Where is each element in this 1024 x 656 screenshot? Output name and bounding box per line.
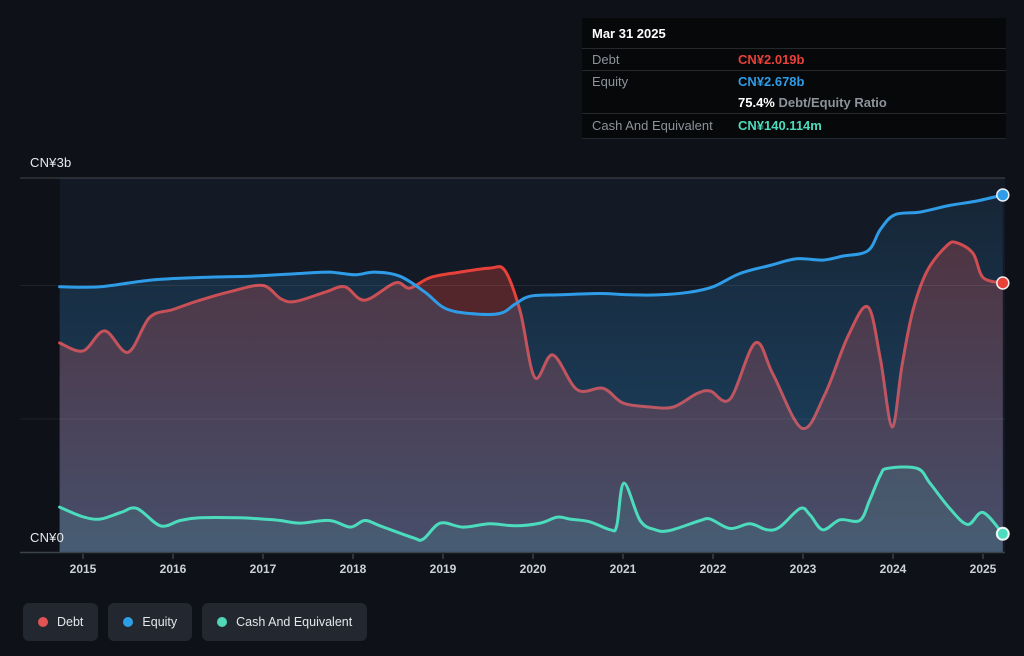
- legend-cash-label: Cash And Equivalent: [236, 615, 352, 629]
- legend-equity-button[interactable]: Equity: [108, 603, 192, 641]
- tooltip-cash-row: Cash And Equivalent CN¥140.114m: [582, 113, 1006, 139]
- tooltip-ratio-row: 75.4% Debt/Equity Ratio: [582, 92, 1006, 113]
- svg-text:2025: 2025: [970, 562, 997, 576]
- legend-debt-label: Debt: [57, 615, 83, 629]
- tooltip-debt-row: Debt CN¥2.019b: [582, 49, 1006, 70]
- svg-text:2017: 2017: [250, 562, 277, 576]
- debt-equity-history-chart: 2015 2016 2017 2018 2019 2020 2021 2022 2023 2024…: [0, 0, 1024, 656]
- tooltip-ratio-value: 75.4% Debt/Equity Ratio: [738, 95, 887, 110]
- tooltip-equity-row: Equity CN¥2.678b: [582, 70, 1006, 92]
- equity-dot-icon: [123, 617, 133, 627]
- chart-legend: Debt Equity Cash And Equivalent: [23, 603, 367, 641]
- debt-dot-icon: [38, 617, 48, 627]
- debt-equity-ratio-label: Debt/Equity Ratio: [779, 95, 887, 110]
- tooltip-date: Mar 31 2025: [582, 18, 1006, 49]
- debt-equity-ratio-percent: 75.4%: [738, 95, 775, 110]
- legend-cash-button[interactable]: Cash And Equivalent: [202, 603, 367, 641]
- svg-text:2022: 2022: [700, 562, 727, 576]
- tooltip-equity-value: CN¥2.678b: [738, 74, 804, 89]
- tooltip-equity-label: Equity: [592, 74, 738, 89]
- legend-equity-label: Equity: [142, 615, 177, 629]
- tooltip-cash-value: CN¥140.114m: [738, 118, 822, 133]
- svg-text:2021: 2021: [610, 562, 637, 576]
- tooltip-cash-label: Cash And Equivalent: [592, 118, 738, 133]
- cash-dot-icon: [217, 617, 227, 627]
- svg-text:2020: 2020: [520, 562, 547, 576]
- tooltip-debt-label: Debt: [592, 52, 738, 67]
- chart-tooltip: Mar 31 2025 Debt CN¥2.019b Equity CN¥2.6…: [582, 18, 1006, 139]
- svg-text:2015: 2015: [70, 562, 97, 576]
- y-axis-zero-label: CN¥0: [30, 530, 64, 545]
- svg-text:2024: 2024: [880, 562, 907, 576]
- y-axis-max-label: CN¥3b: [30, 155, 71, 170]
- svg-text:2023: 2023: [790, 562, 817, 576]
- legend-debt-button[interactable]: Debt: [23, 603, 98, 641]
- tooltip-debt-value: CN¥2.019b: [738, 52, 804, 67]
- svg-text:2019: 2019: [430, 562, 457, 576]
- svg-text:2016: 2016: [160, 562, 187, 576]
- svg-text:2018: 2018: [340, 562, 367, 576]
